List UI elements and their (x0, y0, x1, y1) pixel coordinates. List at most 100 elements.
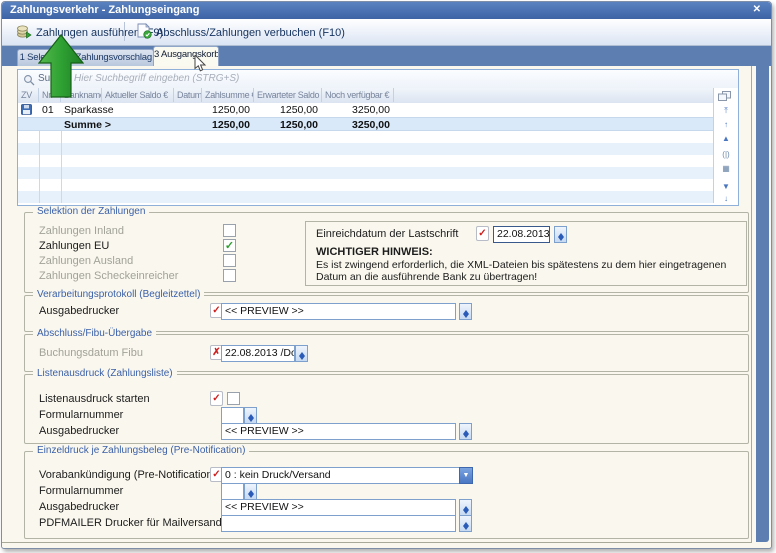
scheck-label: Zahlungen Scheckeinreicher (39, 270, 178, 282)
hinweis-line1: Es ist zwingend erforderlich, die XML-Da… (316, 259, 726, 271)
empty-row (18, 155, 713, 167)
money-coins-icon (16, 23, 32, 42)
inland-checkbox[interactable] (223, 224, 236, 237)
ausgabedrucker-select[interactable]: << PREVIEW >> (221, 499, 456, 516)
grid-column-line (61, 131, 62, 203)
listenausdruck-starten-checkbox[interactable] (227, 392, 240, 405)
vorabankuendigung-select[interactable]: 0 : kein Druck/Versand (221, 467, 460, 484)
lastschrift-date-spinner[interactable] (554, 226, 567, 243)
cell-erwarteter-saldo: 1250,00 (254, 103, 318, 117)
lastschrift-date-label: Einreichdatum der Lastschrift (316, 228, 458, 240)
check-icon: ✓ (225, 240, 234, 252)
ausgabedrucker-select[interactable]: << PREVIEW >> (221, 303, 456, 320)
formularnummer-input[interactable] (221, 483, 244, 500)
red-check-glyph: ✓ (212, 305, 220, 316)
cell-bankname: Sparkasse (64, 103, 164, 117)
groupbox-listenausdruck-legend: Listenausdruck (Zahlungsliste) (33, 368, 177, 379)
empty-row (18, 143, 713, 155)
book-payments-label: Abschluss/Zahlungen verbuchen (F10) (156, 27, 345, 39)
tab-strip: 1 Selektion 2 Zahlungsvorschlag 3 Ausgan… (2, 46, 771, 66)
content-bottom-border (2, 542, 752, 543)
buchungsdatum-spinner[interactable] (295, 345, 308, 362)
groupbox-verarbeitungsprotokoll: Verarbeitungsprotokoll (Begleitzettel) A… (24, 295, 749, 332)
lastschrift-date-value: 22.08.2013 (497, 228, 550, 240)
lastschrift-date-input[interactable]: 22.08.2013 (493, 226, 550, 243)
cell-noch-verfuegbar: 3250,00 (322, 103, 390, 117)
dropdown-arrow-icon[interactable]: ▼ (459, 467, 473, 484)
grid-search-row[interactable]: Suche Hier Suchbegriff eingeben (STRG+S) (18, 70, 738, 89)
ausgabedrucker-spinner[interactable] (459, 423, 472, 440)
formularnummer-spinner[interactable] (244, 483, 257, 500)
screen: Zahlungsverkehr - Zahlungseingang ✕ Zahl… (0, 0, 776, 553)
formularnummer-input[interactable] (221, 407, 244, 424)
window-right-frame (756, 66, 769, 542)
groupbox-verarbeitungsprotokoll-legend: Verarbeitungsprotokoll (Begleitzettel) (33, 289, 204, 300)
cell-summe-erwarteter-saldo: 1250,00 (254, 118, 318, 132)
eu-checkbox-checked[interactable]: ✓ (223, 239, 236, 252)
ausgabedrucker-label: Ausgabedrucker (39, 425, 119, 437)
cell-summe-zahlsumme: 1250,00 (202, 118, 250, 132)
book-payments-button[interactable]: Abschluss/Zahlungen verbuchen (F10) (130, 22, 351, 43)
col-header-noch-verfuegbar[interactable]: Noch verfügbar € (322, 88, 394, 102)
vorabankuendigung-label: Vorabankündigung (Pre-Notification) (39, 469, 216, 481)
current-row-icon[interactable]: (|) (714, 150, 738, 160)
scroll-top-icon[interactable]: ⤒ (714, 106, 738, 116)
groupbox-einzeldruck-legend: Einzeldruck je Zahlungsbeleg (Pre-Notifi… (33, 445, 249, 456)
col-header-erwarteter-saldo[interactable]: Erwarteter Saldo € (254, 88, 322, 102)
column-chooser-icon[interactable] (718, 89, 731, 107)
groupbox-selektion: Selektion der Zahlungen Zahlungen Inland… (24, 212, 749, 293)
toolbar: Zahlungen ausführen (F9) Abschluss/Zahlu… (2, 19, 771, 46)
groupbox-einzeldruck: Einzeldruck je Zahlungsbeleg (Pre-Notifi… (24, 451, 749, 539)
ausland-checkbox[interactable] (223, 254, 236, 267)
red-cross-glyph: ✗ (212, 347, 220, 358)
scroll-down-icon[interactable]: ↓ (714, 194, 738, 204)
table-row[interactable]: 01 Sparkasse 1250,00 1250,00 3250,00 (18, 103, 713, 117)
hinweis-title: WICHTIGER HINWEIS: (316, 246, 433, 258)
ausgabedrucker-label: Ausgabedrucker (39, 305, 119, 317)
empty-row (18, 179, 713, 191)
buchungsdatum-input[interactable]: 22.08.2013 /Do (221, 345, 295, 362)
formularnummer-spinner[interactable] (244, 407, 257, 424)
col-header-zahlsumme[interactable]: Zahlsumme € (202, 88, 254, 102)
close-icon[interactable]: ✕ (753, 4, 761, 15)
ausgabedrucker-spinner[interactable] (459, 303, 472, 320)
lastschrift-info-box: Einreichdatum der Lastschrift ✓ 22.08.20… (305, 221, 747, 286)
grid-column-line (39, 131, 40, 203)
ausgabedrucker-value: << PREVIEW >> (225, 425, 304, 437)
scheck-checkbox[interactable] (223, 269, 236, 282)
ausgabedrucker-value: << PREVIEW >> (225, 501, 304, 513)
pdfmailer-spinner[interactable] (459, 515, 472, 532)
green-arrow-annotation (38, 33, 84, 104)
toolbar-divider (124, 22, 125, 41)
cell-nr: 01 (42, 103, 58, 117)
window-title: Zahlungsverkehr - Zahlungseingang (10, 4, 199, 16)
apply-toggle-check-icon[interactable]: ✓ (476, 226, 489, 241)
mouse-cursor (194, 55, 208, 78)
ausgabedrucker-select[interactable]: << PREVIEW >> (221, 423, 456, 440)
search-input[interactable]: Hier Suchbegriff eingeben (STRG+S) (74, 73, 239, 84)
groupbox-abschluss-legend: Abschluss/Fibu-Übergabe (33, 328, 156, 339)
disk-icon (21, 104, 32, 118)
hinweis-line2: Datum an die ausführende Bank zu übertra… (316, 271, 537, 283)
col-header-zv[interactable]: ZV (18, 88, 39, 102)
combo-arrow-glyph: ▼ (463, 472, 470, 479)
col-header-aktueller-saldo[interactable]: Aktueller Saldo € (102, 88, 174, 102)
ausgabedrucker-spinner[interactable] (459, 499, 472, 516)
bank-grid-panel: Suche Hier Suchbegriff eingeben (STRG+S)… (17, 69, 739, 206)
apply-toggle-check-icon[interactable]: ✓ (210, 391, 223, 406)
row-up-icon[interactable]: ▲ (714, 134, 738, 144)
ausland-label: Zahlungen Ausland (39, 255, 133, 267)
content-right-border (751, 66, 752, 543)
title-bar: Zahlungsverkehr - Zahlungseingang ✕ (2, 2, 771, 19)
scroll-up-icon[interactable]: ↑ (714, 120, 738, 130)
row-down-icon[interactable]: ▼ (714, 182, 738, 192)
ausgabedrucker-value: << PREVIEW >> (225, 305, 304, 317)
grid-view-icon[interactable]: ▦ (714, 164, 738, 174)
red-check-glyph: ✓ (212, 393, 220, 404)
eu-label: Zahlungen EU (39, 240, 109, 252)
col-header-datum[interactable]: Datum (174, 88, 202, 102)
pdfmailer-select[interactable] (221, 515, 456, 532)
cell-summe-noch-verfuegbar: 3250,00 (322, 118, 390, 132)
empty-row (18, 167, 713, 179)
tab-ausgangskorb[interactable]: 3 Ausgangskorb (153, 46, 219, 66)
